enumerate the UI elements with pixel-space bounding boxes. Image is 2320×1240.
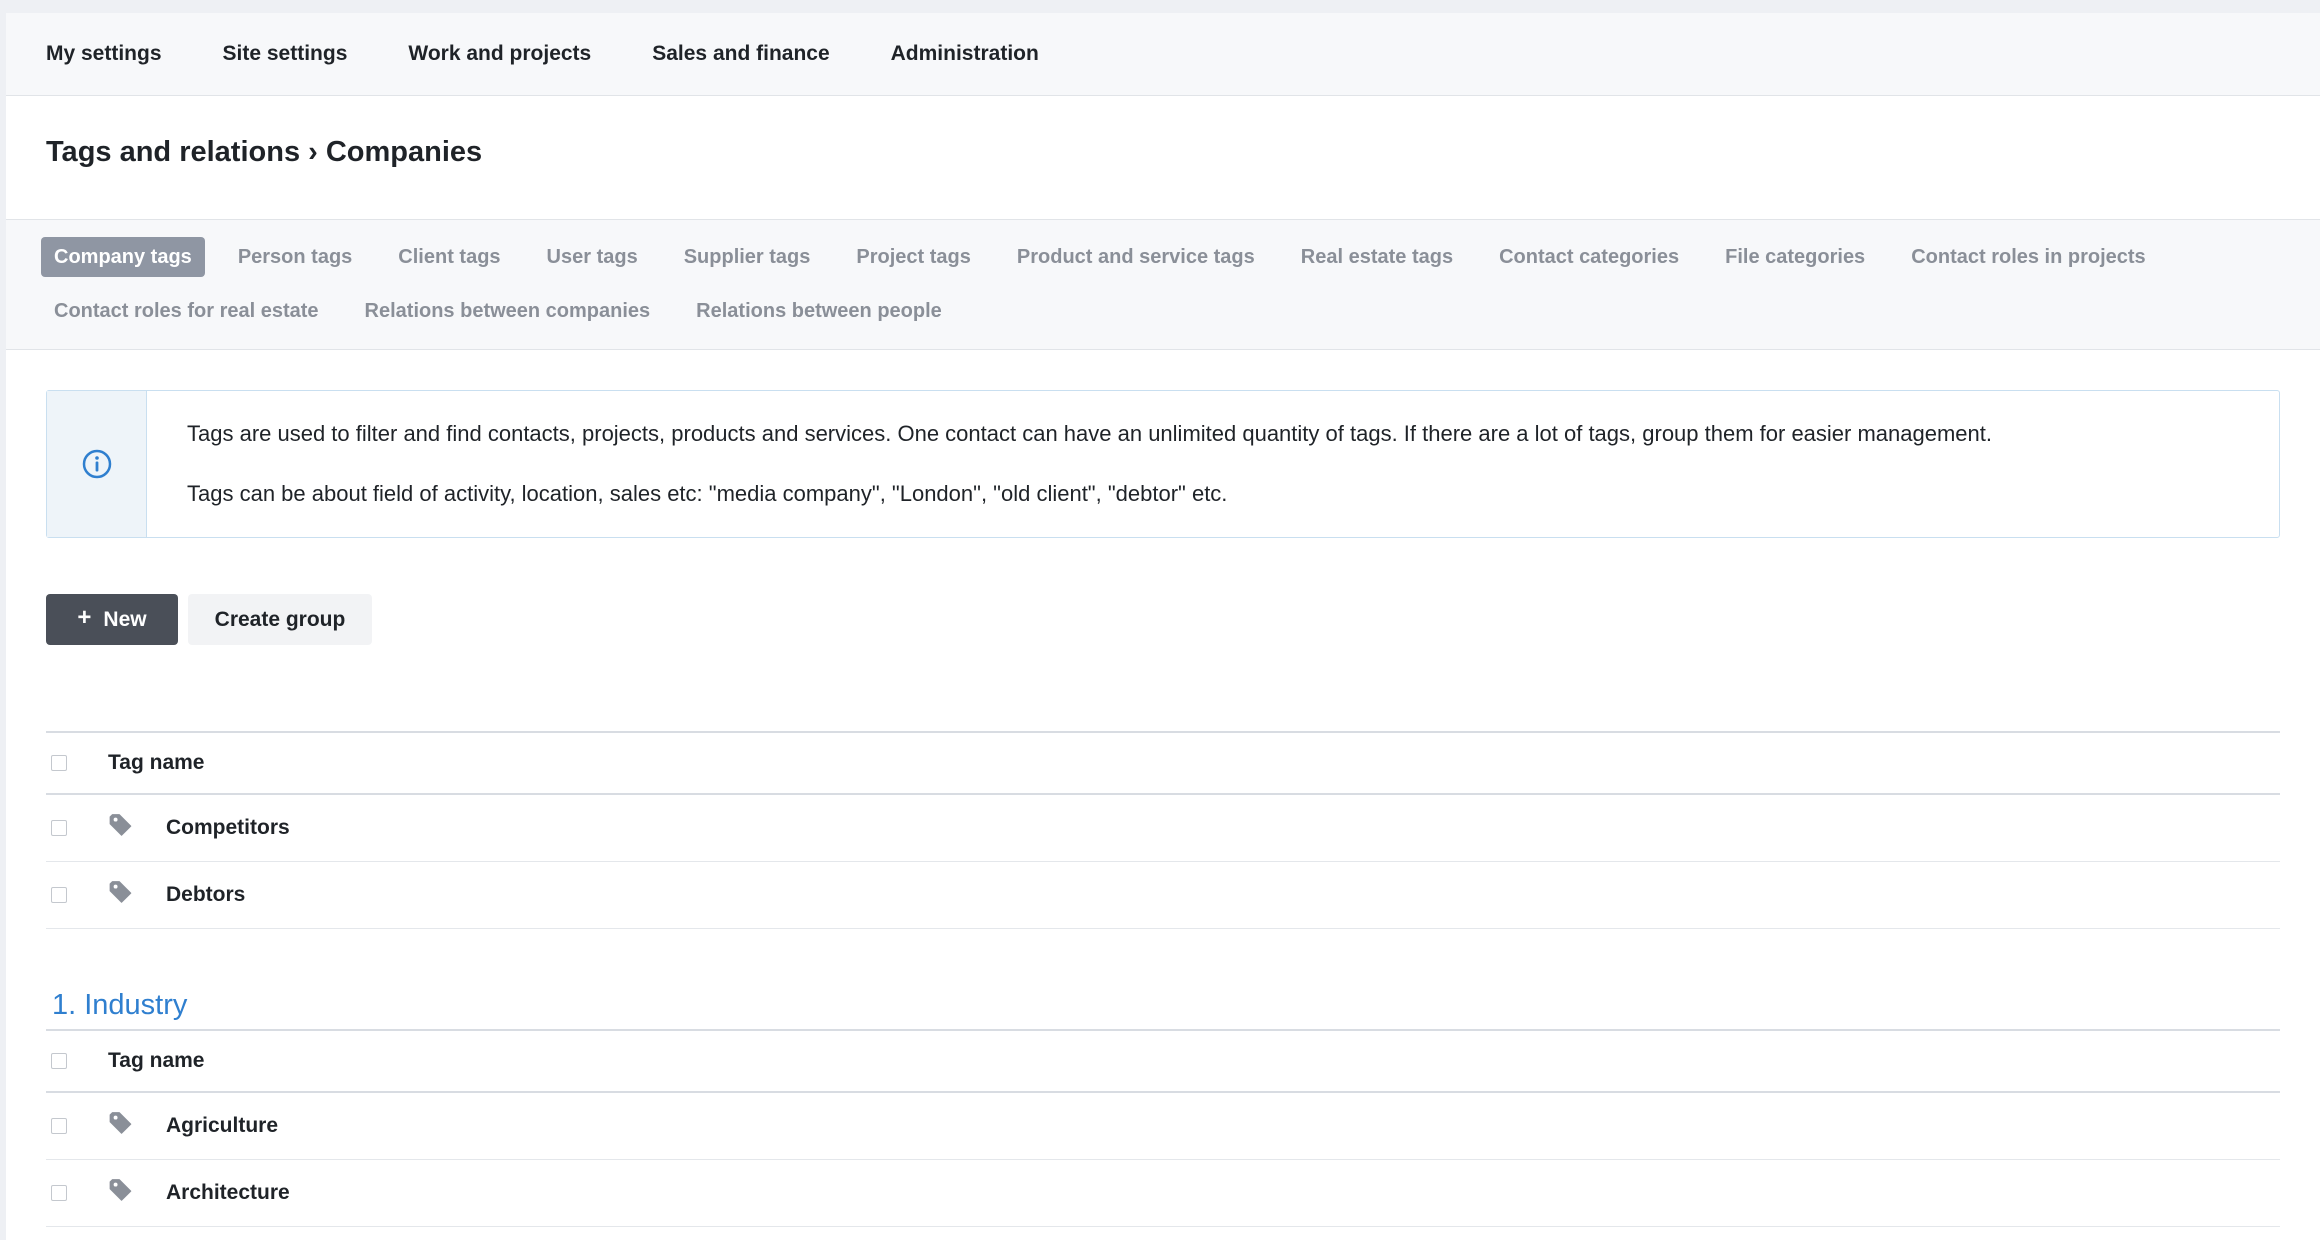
page-header: Tags and relations › Companies <box>6 96 2320 220</box>
tag-icon <box>109 1179 132 1201</box>
tab-real-estate-tags[interactable]: Real estate tags <box>1288 237 1466 277</box>
new-tag-button-label: New <box>103 607 147 631</box>
app-frame: My settings Site settings Work and proje… <box>6 13 2320 1240</box>
tag-name[interactable]: Competitors <box>166 816 290 840</box>
nav-my-settings[interactable]: My settings <box>46 42 162 66</box>
tabs-row-1: Company tags Person tags Client tags Use… <box>41 237 2290 277</box>
info-text: Tags are used to filter and find contact… <box>147 391 1992 537</box>
row-checkbox[interactable] <box>51 820 67 836</box>
info-line-2: Tags can be about field of activity, loc… <box>187 481 1228 506</box>
tab-project-tags[interactable]: Project tags <box>843 237 983 277</box>
table-row: Agriculture <box>46 1093 2280 1160</box>
top-navigation: My settings Site settings Work and proje… <box>6 13 2320 96</box>
tag-name[interactable]: Agriculture <box>166 1114 278 1138</box>
row-checkbox[interactable] <box>51 887 67 903</box>
tab-company-tags[interactable]: Company tags <box>41 237 205 277</box>
table-row: Architecture <box>46 1160 2280 1227</box>
tab-contact-categories[interactable]: Contact categories <box>1486 237 1692 277</box>
info-line-1: Tags are used to filter and find contact… <box>187 421 1992 446</box>
table-header: Tag name <box>46 733 2280 795</box>
create-group-button[interactable]: Create group <box>188 594 372 645</box>
row-checkbox[interactable] <box>51 1118 67 1134</box>
tab-relations-between-companies[interactable]: Relations between companies <box>352 291 664 331</box>
group-title-industry[interactable]: 1. Industry <box>46 981 2280 1029</box>
page-title: Tags and relations › Companies <box>46 136 483 168</box>
tab-file-categories[interactable]: File categories <box>1712 237 1878 277</box>
tab-user-tags[interactable]: User tags <box>534 237 651 277</box>
tag-type-tabs: Company tags Person tags Client tags Use… <box>6 220 2320 350</box>
tab-person-tags[interactable]: Person tags <box>225 237 365 277</box>
action-bar: + New Create group <box>46 594 2280 645</box>
row-checkbox[interactable] <box>51 1185 67 1201</box>
tag-icon <box>109 814 132 836</box>
new-tag-button[interactable]: + New <box>46 594 178 645</box>
ungrouped-tags-table: Tag name Competitors Debtors <box>46 731 2280 929</box>
table-header: Tag name <box>46 1031 2280 1093</box>
tab-contact-roles-for-real-estate[interactable]: Contact roles for real estate <box>41 291 332 331</box>
nav-site-settings[interactable]: Site settings <box>223 42 348 66</box>
info-box: Tags are used to filter and find contact… <box>46 390 2280 538</box>
table-row: Debtors <box>46 862 2280 929</box>
tab-supplier-tags[interactable]: Supplier tags <box>671 237 824 277</box>
tabs-row-2: Contact roles for real estate Relations … <box>41 291 2290 331</box>
column-tag-name: Tag name <box>108 751 205 774</box>
tab-product-and-service-tags[interactable]: Product and service tags <box>1004 237 1268 277</box>
nav-sales-and-finance[interactable]: Sales and finance <box>652 42 829 66</box>
select-all-checkbox[interactable] <box>51 755 67 771</box>
tag-name[interactable]: Architecture <box>166 1181 290 1205</box>
tag-icon <box>109 1112 132 1134</box>
nav-work-and-projects[interactable]: Work and projects <box>408 42 591 66</box>
select-all-checkbox[interactable] <box>51 1053 67 1069</box>
create-group-button-label: Create group <box>214 607 346 631</box>
column-tag-name: Tag name <box>108 1049 205 1072</box>
industry-tags-table: Tag name Agriculture Architecture <box>46 1029 2280 1227</box>
tag-icon <box>109 881 132 903</box>
plus-icon: + <box>77 604 92 631</box>
tab-relations-between-people[interactable]: Relations between people <box>683 291 955 331</box>
info-circle-icon <box>82 449 111 479</box>
main-content: Tags are used to filter and find contact… <box>6 350 2320 1227</box>
tab-contact-roles-in-projects[interactable]: Contact roles in projects <box>1898 237 2159 277</box>
table-row: Competitors <box>46 795 2280 862</box>
tag-name[interactable]: Debtors <box>166 883 245 907</box>
tab-client-tags[interactable]: Client tags <box>385 237 513 277</box>
info-icon-column <box>47 391 147 537</box>
nav-administration[interactable]: Administration <box>891 42 1039 66</box>
